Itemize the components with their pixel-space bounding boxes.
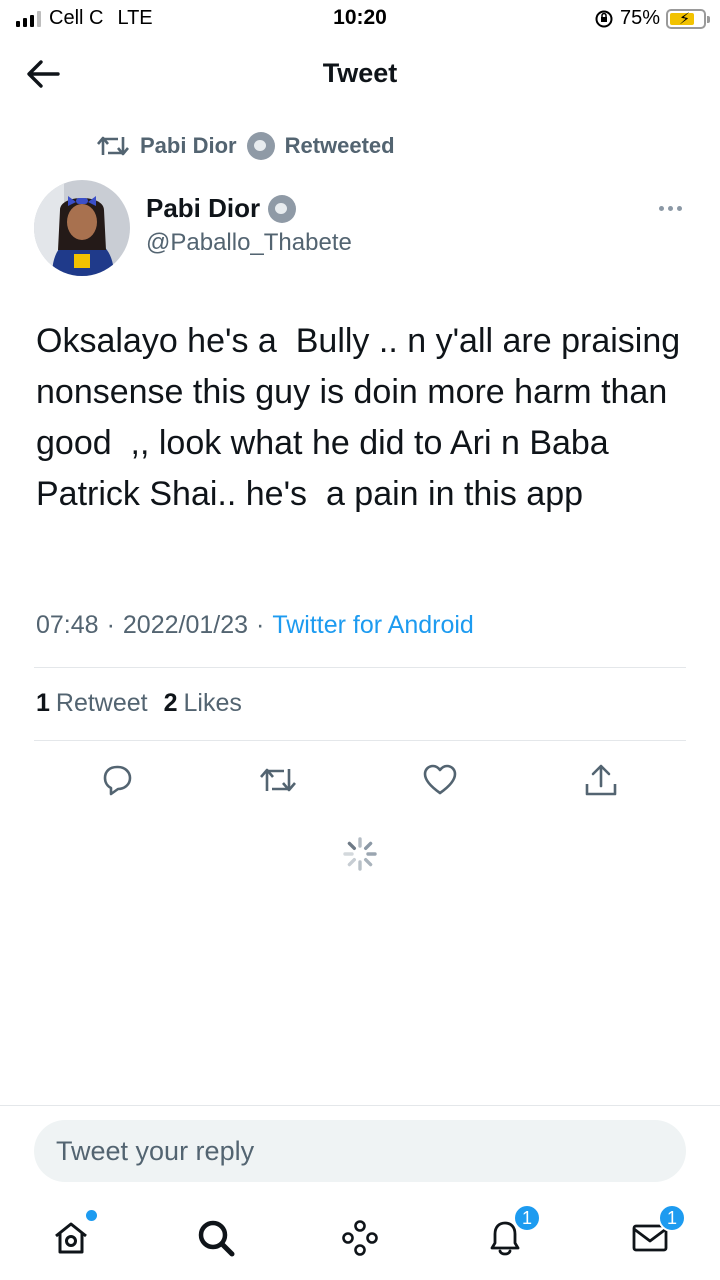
divider <box>34 740 686 741</box>
divider <box>34 667 686 668</box>
tab-search[interactable] <box>194 1216 238 1260</box>
retweet-context[interactable]: Pabi Dior Retweeted <box>96 132 395 160</box>
ghost-emoji-icon <box>246 132 275 160</box>
tab-messages[interactable]: 1 <box>628 1204 686 1260</box>
retweet-stat[interactable]: 1 Retweet <box>36 689 148 718</box>
top-bar: Tweet <box>0 44 720 104</box>
tweet-text: Oksalayo he's a Bully .. n y'all are pra… <box>36 322 690 513</box>
rotation-lock-icon <box>595 10 613 27</box>
reply-button[interactable] <box>97 760 137 800</box>
battery-icon: ⚡ <box>666 8 710 29</box>
back-button[interactable] <box>24 56 64 92</box>
spaces-icon <box>342 1220 378 1256</box>
retweet-icon <box>260 768 296 792</box>
tweet-time: 07:48 <box>36 611 99 639</box>
home-icon <box>55 1222 87 1254</box>
share-icon <box>585 764 617 796</box>
back-arrow-icon <box>27 60 60 88</box>
like-button[interactable] <box>420 760 460 800</box>
retweeter-name: Pabi Dior <box>140 133 237 158</box>
share-button[interactable] <box>581 760 621 800</box>
retweet-icon <box>97 136 129 156</box>
author-name[interactable]: Pabi Dior <box>146 193 297 224</box>
author-name-text: Pabi Dior <box>146 193 261 223</box>
meta-separator: · <box>256 611 265 639</box>
like-stat[interactable]: 2 Likes <box>164 689 242 718</box>
avatar[interactable] <box>34 180 130 276</box>
notifications-badge: 1 <box>513 1204 541 1232</box>
tweet-stats: 1 Retweet 2 Likes <box>36 689 242 718</box>
battery-percent: 75% <box>619 7 660 29</box>
tab-notifications[interactable]: 1 <box>483 1204 541 1260</box>
ghost-emoji-icon <box>268 194 297 223</box>
tweet-meta: 07:48 · 2022/01/23 · Twitter for Android <box>36 611 474 640</box>
loading-spinner-icon <box>343 837 377 871</box>
reply-input[interactable]: Tweet your reply <box>34 1120 686 1182</box>
heart-icon <box>423 764 457 795</box>
retweet-action-label: Retweeted <box>284 133 395 158</box>
search-icon <box>198 1220 235 1257</box>
new-content-dot <box>86 1210 97 1221</box>
page-title: Tweet <box>322 58 398 88</box>
battery-info: 75% ⚡ <box>594 7 710 30</box>
tab-spaces[interactable] <box>338 1216 382 1260</box>
tweet-date: 2022/01/23 <box>122 611 249 639</box>
more-dots-icon <box>658 205 664 211</box>
reply-icon <box>103 765 132 796</box>
retweet-button[interactable] <box>258 760 298 800</box>
status-bar: Cell C LTE 10:20 75% ⚡ <box>0 0 720 40</box>
author-handle[interactable]: @Paballo_Thabete <box>146 229 352 257</box>
messages-badge: 1 <box>658 1204 686 1232</box>
tab-home[interactable] <box>49 1210 97 1260</box>
more-options-button[interactable] <box>650 196 690 220</box>
tweet-source-link[interactable]: Twitter for Android <box>272 611 473 640</box>
meta-separator: · <box>106 611 115 639</box>
divider <box>0 1105 720 1106</box>
